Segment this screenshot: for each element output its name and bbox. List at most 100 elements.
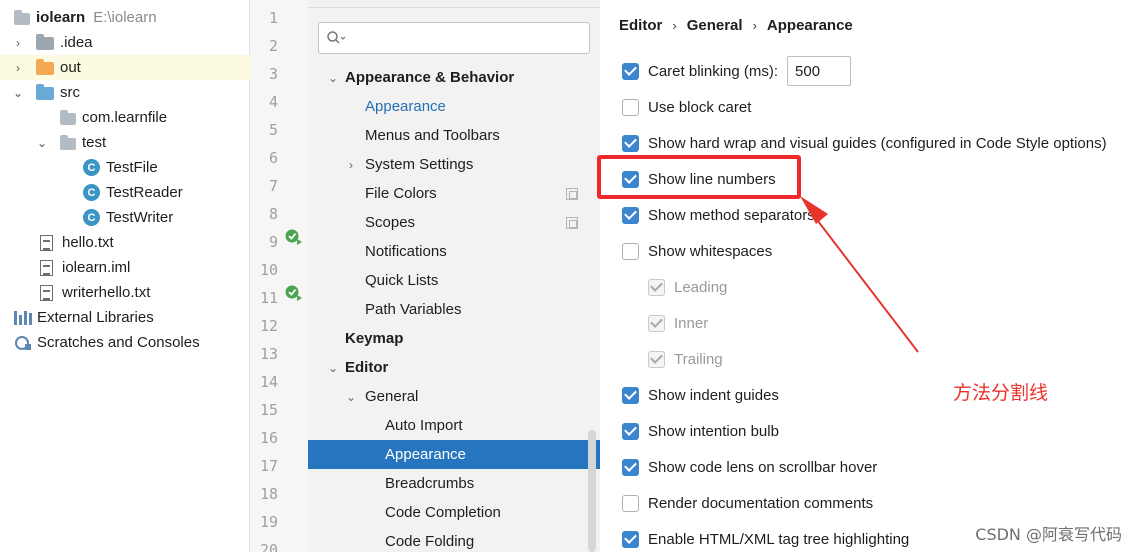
option-row[interactable]: Use block caret (622, 94, 751, 120)
nav-label: Appearance (365, 98, 446, 115)
tree-item-scratches[interactable]: Scratches and Consoles (0, 330, 250, 355)
settings-search-input[interactable] (349, 27, 579, 49)
option-row[interactable]: Enable HTML/XML tag tree highlighting (622, 526, 909, 552)
breadcrumb-item[interactable]: Editor (619, 17, 662, 34)
tree-item-label: writerhello.txt (62, 284, 151, 301)
option-checkbox[interactable] (622, 386, 639, 404)
option-checkbox[interactable] (622, 98, 639, 116)
chevron-down-icon[interactable]: ⌄ (10, 85, 26, 101)
tree-item-label: hello.txt (62, 234, 114, 251)
settings-nav-scrollbar[interactable] (588, 430, 596, 552)
nav-label: Scopes (365, 214, 416, 231)
option-checkbox[interactable] (622, 422, 639, 440)
chevron-right-icon[interactable]: › (10, 35, 26, 51)
option-row[interactable]: Show whitespaces (622, 238, 772, 264)
nav-label: Keymap (345, 330, 404, 347)
nav-keymap[interactable]: Keymap (308, 324, 600, 353)
tree-item-writerhello-txt[interactable]: writerhello.txt (0, 280, 250, 305)
option-checkbox[interactable] (622, 458, 639, 476)
nav-system-settings[interactable]: › System Settings (308, 150, 600, 179)
nav-notifications[interactable]: Notifications (308, 237, 600, 266)
chevron-down-icon[interactable]: ⌄ (343, 390, 359, 404)
run-gutter-icon[interactable] (284, 228, 302, 246)
line-number: 7 (268, 177, 278, 195)
line-number: 8 (268, 205, 278, 223)
run-gutter-icon[interactable] (284, 284, 302, 302)
caret-blinking-input[interactable] (787, 56, 852, 86)
chevron-down-icon[interactable]: ⌄ (325, 71, 341, 85)
option-row[interactable]: Show hard wrap and visual guides (config… (622, 130, 1107, 156)
option-row[interactable]: Show method separators (622, 202, 815, 228)
line-number: 3 (268, 65, 278, 83)
nav-appearance-behavior[interactable]: ⌄ Appearance & Behavior (308, 63, 600, 92)
iml-file-icon (40, 259, 53, 276)
tree-item-label: Scratches and Consoles (37, 334, 200, 351)
nav-auto-import[interactable]: Auto Import (308, 411, 600, 440)
option-checkbox[interactable] (622, 530, 639, 548)
chevron-right-icon[interactable]: › (343, 158, 359, 172)
nav-breadcrumbs[interactable]: Breadcrumbs (308, 469, 600, 498)
chevron-down-icon[interactable]: ⌄ (34, 135, 50, 151)
caret-blinking-checkbox[interactable] (622, 62, 639, 80)
option-row[interactable]: Show indent guides (622, 382, 779, 408)
nav-file-colors[interactable]: File Colors (308, 179, 600, 208)
option-label: Show method separators (648, 206, 815, 224)
tree-item-idea[interactable]: › .idea (0, 30, 250, 55)
tree-item-iolearn-iml[interactable]: iolearn.iml (0, 255, 250, 280)
nav-editor-appearance[interactable]: Appearance (308, 440, 600, 469)
option-checkbox[interactable] (622, 206, 639, 224)
nav-label: Quick Lists (365, 272, 439, 289)
line-number: 11 (259, 289, 278, 307)
annotation-label: 方法分割线 (953, 382, 1049, 404)
nav-scopes[interactable]: Scopes (308, 208, 600, 237)
tree-item-testreader[interactable]: C TestReader (0, 180, 250, 205)
tree-item-out[interactable]: › out (0, 55, 250, 80)
option-row[interactable]: Show intention bulb (622, 418, 779, 444)
nav-path-variables[interactable]: Path Variables (308, 295, 600, 324)
scratches-icon (14, 335, 32, 351)
tree-item-testfile[interactable]: C TestFile (0, 155, 250, 180)
option-row[interactable]: Show code lens on scrollbar hover (622, 454, 877, 480)
option-label: Show intention bulb (648, 422, 779, 440)
tree-item-external-libraries[interactable]: External Libraries (0, 305, 250, 330)
module-folder-icon (14, 9, 30, 25)
nav-editor[interactable]: ⌄ Editor (308, 353, 600, 382)
option-label: Enable HTML/XML tag tree highlighting (648, 530, 910, 548)
nav-quick-lists[interactable]: Quick Lists (308, 266, 600, 295)
tree-item-src[interactable]: ⌄ src (0, 80, 250, 105)
tree-item-testwriter[interactable]: C TestWriter (0, 205, 250, 230)
option-row[interactable]: Render documentation comments (622, 490, 873, 516)
nav-appearance[interactable]: Appearance (308, 92, 600, 121)
option-checkbox[interactable] (622, 494, 639, 512)
nav-label: General (365, 388, 419, 405)
tree-item-label: TestWriter (106, 209, 174, 226)
folder-icon (36, 34, 54, 50)
tree-item-label: iolearn.iml (62, 259, 131, 276)
tree-root-iolearn[interactable]: iolearn E:\iolearn (0, 5, 250, 30)
nav-code-completion[interactable]: Code Completion (308, 498, 600, 527)
nav-label: Breadcrumbs (385, 475, 475, 492)
line-number: 9 (268, 233, 278, 251)
option-caret-blinking[interactable]: Caret blinking (ms): (622, 56, 852, 86)
breadcrumb-item[interactable]: General (687, 17, 743, 34)
chevron-right-icon[interactable]: › (10, 60, 26, 76)
nav-general[interactable]: ⌄ General (308, 382, 600, 411)
line-number: 14 (259, 373, 278, 391)
line-number: 6 (268, 149, 278, 167)
breadcrumb-item: Appearance (766, 17, 853, 34)
option-row: Trailing (648, 346, 723, 372)
option-label: Caret blinking (ms): (648, 62, 779, 80)
nav-label: Auto Import (385, 417, 463, 434)
settings-search-field[interactable] (318, 22, 590, 54)
project-tree-panel: iolearn E:\iolearn › .idea › out ⌄ src c… (0, 0, 250, 552)
tree-item-hello-txt[interactable]: hello.txt (0, 230, 250, 255)
option-checkbox[interactable] (622, 134, 639, 152)
tree-item-com-learnfile[interactable]: com.learnfile (0, 105, 250, 130)
text-file-icon (40, 284, 53, 301)
option-checkbox[interactable] (622, 242, 639, 260)
chevron-down-icon[interactable]: ⌄ (325, 361, 341, 375)
nav-menus-toolbars[interactable]: Menus and Toolbars (308, 121, 600, 150)
option-label: Show whitespaces (648, 242, 773, 260)
tree-item-test[interactable]: ⌄ test (0, 130, 250, 155)
nav-code-folding[interactable]: Code Folding (308, 527, 600, 552)
